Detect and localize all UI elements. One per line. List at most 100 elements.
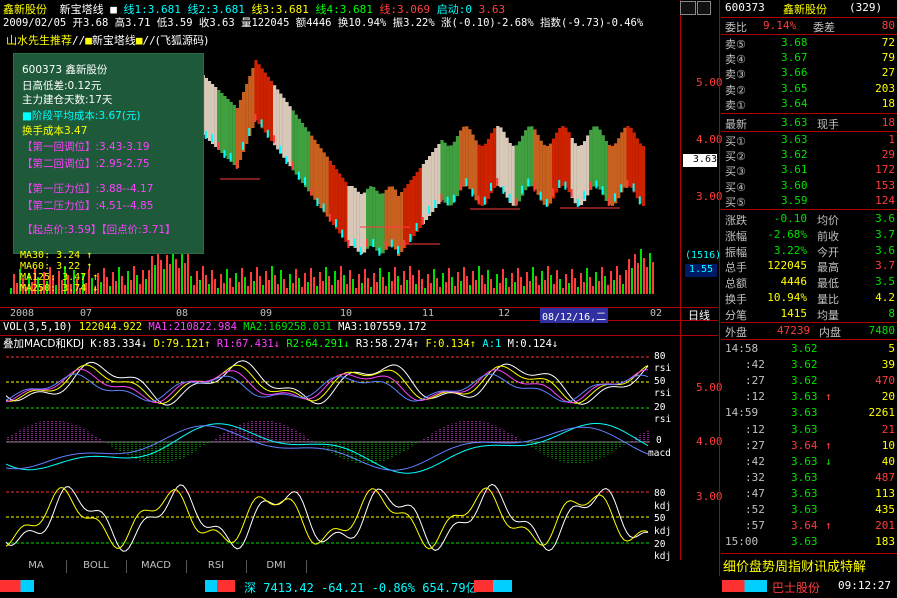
info-line: 【第二回调位】:2.95-2.75 xyxy=(22,158,150,170)
macd-item: A:1 xyxy=(476,338,502,350)
date-axis-label: 08/12/16,二 xyxy=(540,308,609,323)
volume-bar xyxy=(634,254,636,294)
vol-legend: VOL(3,5,10) 122044.922 MA1:210822.984 MA… xyxy=(3,321,427,333)
tower-block xyxy=(294,114,298,175)
candle xyxy=(539,191,542,200)
tower-block xyxy=(511,145,515,206)
volume-bar xyxy=(460,281,462,294)
tower-block xyxy=(524,130,528,191)
quote-bottom-tabs[interactable]: 细价盘势周指财讯成特解 xyxy=(723,556,866,575)
tower-block xyxy=(570,138,574,199)
tower-block xyxy=(564,127,568,188)
vol-tag-2: 1.55 xyxy=(685,264,717,277)
tab-ma[interactable]: MA xyxy=(6,560,67,573)
volume-bar xyxy=(325,267,327,294)
tower-block xyxy=(316,144,320,204)
info-box: 600373 鑫新股份 日高低差:0.12元 主力建仓天数:17天 ■阶段平均成本:3… xyxy=(13,53,204,254)
status-stock-name[interactable]: 巴士股份 xyxy=(772,579,820,596)
tower-block xyxy=(238,100,243,160)
volume-bar xyxy=(202,266,204,294)
volume-bar xyxy=(445,282,447,294)
vol-label: VOL(3,5,10) xyxy=(3,321,73,333)
volume-bar xyxy=(580,273,582,294)
tower-block xyxy=(589,129,593,190)
tower-block xyxy=(443,142,447,203)
tower-block xyxy=(276,89,280,150)
tower-block xyxy=(586,135,590,196)
candle xyxy=(465,178,468,187)
tower-block xyxy=(617,138,621,199)
volume-bar xyxy=(235,273,237,294)
candle xyxy=(607,197,610,206)
volume-bar xyxy=(472,271,474,294)
tower-block xyxy=(635,138,639,199)
tower-block xyxy=(393,189,398,250)
volume-bar xyxy=(430,283,432,294)
candle xyxy=(440,194,443,202)
indicator-chart[interactable] xyxy=(0,350,680,558)
volume-bar xyxy=(253,281,255,294)
tick-row: :57 3.64 ↑ 201 xyxy=(745,519,895,533)
volume-bar xyxy=(610,271,612,294)
volume-bar xyxy=(592,286,594,294)
volume-bar xyxy=(304,273,306,294)
info-line: 主力建仓天数:17天 xyxy=(22,94,113,106)
chart-panel[interactable]: 鑫新股份 新宝塔线 ■ 线1:3.681 线2:3.681 线3:3.681 线… xyxy=(0,0,723,562)
volume-bar xyxy=(112,272,114,294)
tower-block xyxy=(607,144,611,205)
tower-block xyxy=(496,126,500,187)
candle xyxy=(310,187,313,196)
period-label[interactable]: 日线 xyxy=(688,307,710,323)
candle xyxy=(328,213,331,222)
indicator-line xyxy=(5,373,649,403)
volume-bar xyxy=(367,278,369,294)
volume-bar xyxy=(427,274,429,294)
candle xyxy=(490,182,492,191)
tower-block xyxy=(235,108,239,168)
bid-row: 买③ 3.61 172 xyxy=(725,163,895,179)
tab-boll[interactable]: BOLL xyxy=(66,560,127,573)
volume-bar xyxy=(622,284,624,294)
ma-label: MA30: 3.24 ↑ xyxy=(20,250,93,261)
tick-row: :12 3.63 ↑ 20 xyxy=(745,390,895,404)
date-axis-label: 07 xyxy=(80,308,93,319)
candle xyxy=(595,180,598,189)
candle xyxy=(527,178,530,187)
candle xyxy=(223,150,226,158)
window-button-2[interactable] xyxy=(697,1,711,15)
volume-bar xyxy=(205,275,207,294)
volume-bar xyxy=(412,275,414,294)
tab-rsi[interactable]: RSI xyxy=(186,560,247,573)
tower-block xyxy=(375,190,379,251)
tower-block xyxy=(455,136,460,197)
volume-bar xyxy=(487,270,489,294)
volume-bar xyxy=(355,288,357,294)
volume-bar xyxy=(103,268,105,294)
info-line: 【起点价:3.59】【回点价:3.71】 xyxy=(22,224,176,236)
tab-macd[interactable]: MACD xyxy=(126,560,187,573)
candle xyxy=(415,223,418,231)
vol-value: 122044.922 xyxy=(78,321,143,333)
tab-dmi[interactable]: DMI xyxy=(246,560,307,573)
volume-bar xyxy=(13,274,15,294)
index-quote[interactable]: 深 7413.42 -64.21 -0.86% 654.79亿 xyxy=(244,579,478,596)
volume-bar xyxy=(625,270,627,294)
ask-row: 卖⑤ 3.68 72 xyxy=(725,36,895,51)
volume-bar xyxy=(631,268,633,294)
vol-ma1: MA1:210822.984 xyxy=(148,321,237,333)
volume-bar xyxy=(169,264,171,294)
candle xyxy=(589,181,592,190)
tower-block xyxy=(220,93,224,153)
tower-block xyxy=(592,126,596,187)
latest-row: 最新 3.63 现手 18 xyxy=(725,116,895,131)
volume-bar xyxy=(649,253,651,294)
stat-row: 换手 10.94% 量比 4.2 xyxy=(725,291,895,306)
ma-label: MA250: 3.74 ↓ xyxy=(20,283,99,294)
candle xyxy=(564,181,567,190)
window-button[interactable] xyxy=(680,1,696,15)
volume-bar xyxy=(343,275,345,294)
tower-block xyxy=(279,93,283,154)
outer-value: 47239 xyxy=(777,324,811,337)
date-axis-label: 02 xyxy=(650,308,663,319)
volume-bar xyxy=(127,271,129,294)
